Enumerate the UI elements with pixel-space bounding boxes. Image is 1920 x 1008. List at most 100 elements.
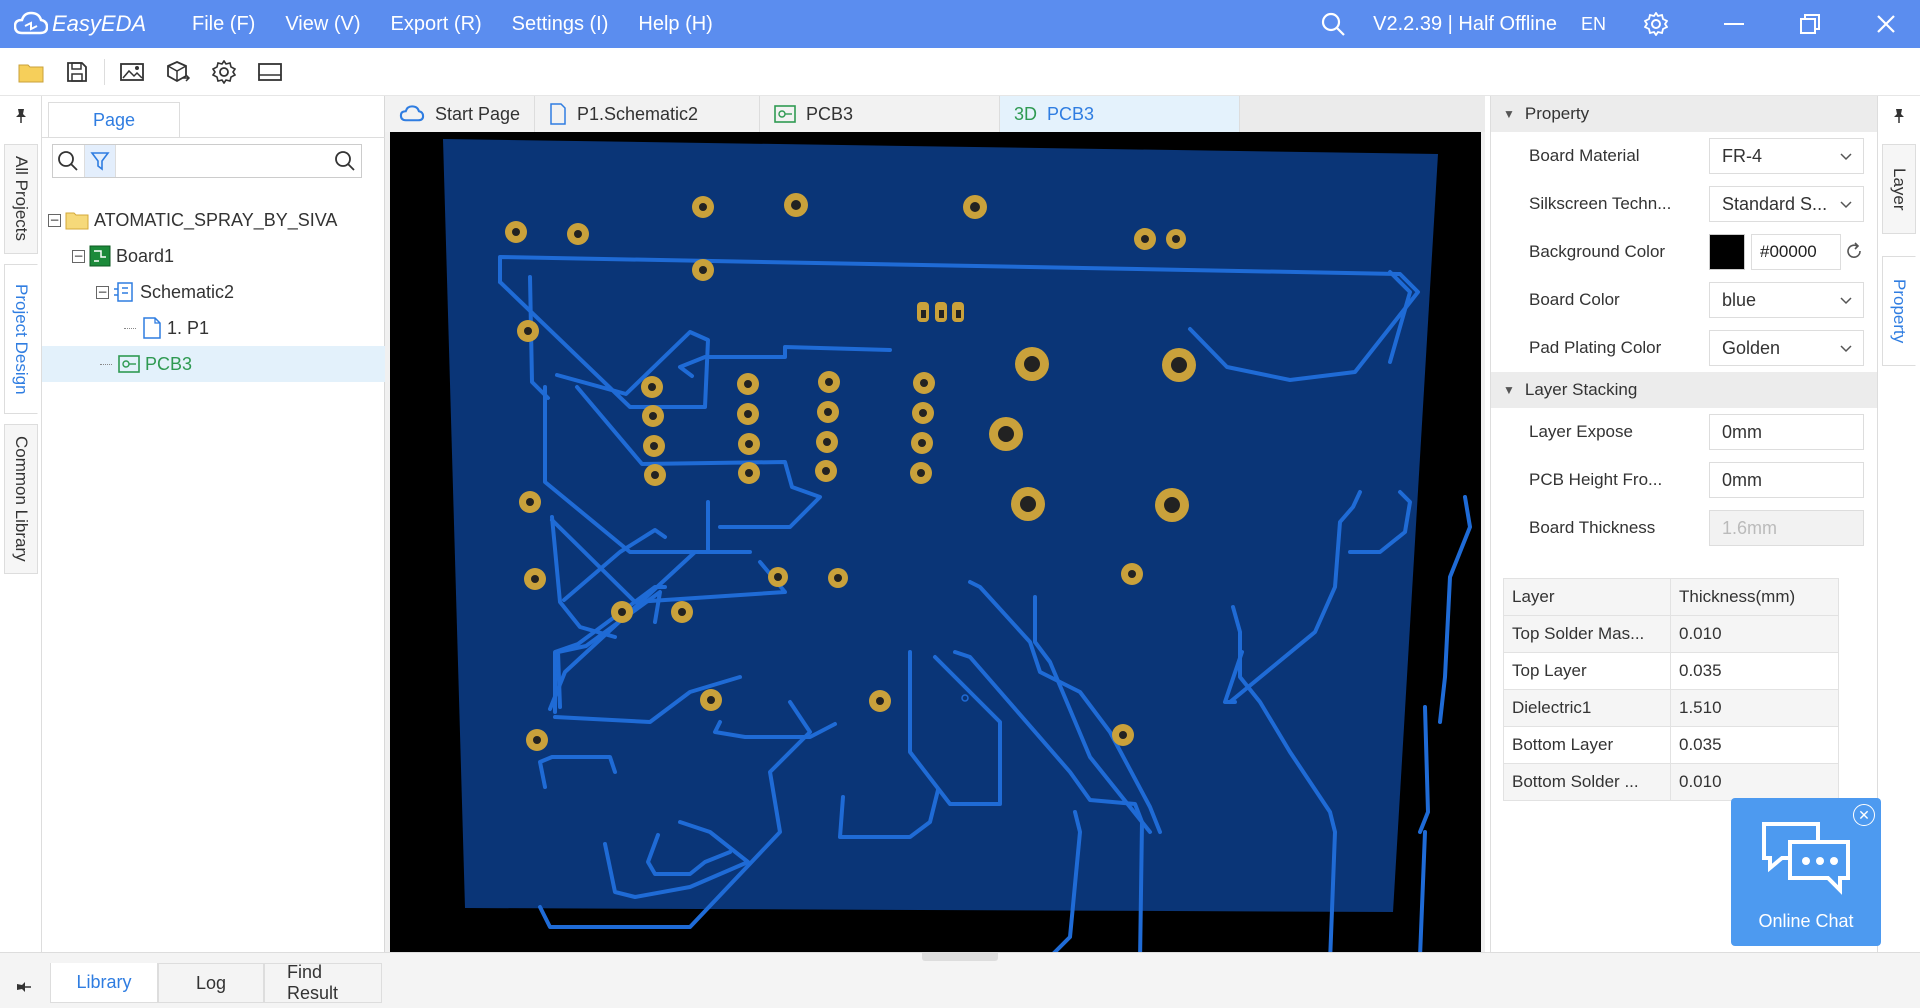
tab-library[interactable]: Library xyxy=(50,963,158,1003)
settings-icon[interactable] xyxy=(201,52,247,92)
pcb-icon xyxy=(118,354,140,374)
language-selector[interactable]: EN xyxy=(1581,14,1606,35)
panel-resize-handle[interactable] xyxy=(922,953,998,961)
tab-log[interactable]: Log xyxy=(158,963,264,1003)
document-icon xyxy=(550,103,566,125)
gear-icon[interactable] xyxy=(1636,4,1676,44)
layer-expose-input[interactable]: 0mm xyxy=(1709,414,1864,450)
minimize-icon[interactable] xyxy=(1714,4,1754,44)
search-icon[interactable] xyxy=(1313,4,1353,44)
menu-file[interactable]: File (F) xyxy=(192,13,255,36)
tab-property[interactable]: Property xyxy=(1882,256,1916,366)
header-thickness: Thickness(mm) xyxy=(1670,578,1839,616)
close-icon[interactable] xyxy=(1866,4,1906,44)
pcb-height-label: PCB Height Fro... xyxy=(1529,470,1663,489)
board-material-select[interactable]: FR-4 xyxy=(1709,138,1864,174)
silkscreen-select[interactable]: Standard S... xyxy=(1709,186,1864,222)
tab-project-design[interactable]: Project Design xyxy=(4,264,38,414)
save-icon[interactable] xyxy=(54,52,100,92)
row-pad-plating: Pad Plating Color Golden xyxy=(1491,324,1877,372)
filter-icon[interactable] xyxy=(84,145,117,177)
app-logo: EasyEDA xyxy=(14,11,184,37)
3d-canvas[interactable] xyxy=(390,132,1481,1008)
tab-label: PCB3 xyxy=(1047,103,1095,124)
menu-settings[interactable]: Settings (I) xyxy=(512,13,609,36)
row-board-material: Board Material FR-4 xyxy=(1491,132,1877,180)
toolbar xyxy=(0,48,1920,96)
3d-model-export-icon[interactable] xyxy=(155,52,201,92)
row-background-color: Background Color #00000 xyxy=(1491,228,1877,276)
row-layer-expose: Layer Expose 0mm xyxy=(1491,408,1877,456)
tree-node-pcb[interactable]: PCB3 xyxy=(42,346,385,382)
tree-node-project[interactable]: − ATOMATIC_SPRAY_BY_SIVA xyxy=(42,202,385,238)
layer-cell: Top Layer xyxy=(1503,652,1671,690)
pcb-board xyxy=(443,139,1438,912)
tab-all-projects[interactable]: All Projects xyxy=(4,144,38,254)
table-row[interactable]: Bottom Layer 0.035 xyxy=(1503,726,1839,764)
layer-cell: Dielectric1 xyxy=(1503,689,1671,727)
thickness-cell[interactable]: 1.510 xyxy=(1670,689,1839,727)
thickness-cell[interactable]: 0.010 xyxy=(1670,763,1839,801)
search-input[interactable] xyxy=(116,146,330,176)
menu-export[interactable]: Export (R) xyxy=(391,13,482,36)
select-value: Standard S... xyxy=(1722,193,1828,214)
section-layer-stacking[interactable]: ▼ Layer Stacking xyxy=(1491,372,1877,408)
thickness-cell[interactable]: 0.035 xyxy=(1670,652,1839,690)
header-layer: Layer xyxy=(1503,578,1671,616)
tree-node-page[interactable]: 1. P1 xyxy=(42,310,385,346)
schematic-icon xyxy=(113,281,135,303)
table-row[interactable]: Bottom Solder ... 0.010 xyxy=(1503,763,1839,801)
collapse-toggle[interactable]: − xyxy=(96,285,109,299)
tab-layer[interactable]: Layer xyxy=(1882,144,1916,234)
export-image-icon[interactable] xyxy=(109,52,155,92)
row-pcb-height: PCB Height Fro... 0mm xyxy=(1491,456,1877,504)
thickness-cell[interactable]: 0.035 xyxy=(1670,726,1839,764)
project-panel: Page − ATOMATIC_SPRAY_BY_SIVA − Board1 −… xyxy=(42,96,385,952)
tree-node-board[interactable]: − Board1 xyxy=(42,238,385,274)
collapse-toggle[interactable]: − xyxy=(72,249,85,263)
board-color-label: Board Color xyxy=(1529,290,1620,309)
pad-plating-select[interactable]: Golden xyxy=(1709,330,1864,366)
pin-icon[interactable] xyxy=(14,977,34,997)
project-tree: − ATOMATIC_SPRAY_BY_SIVA − Board1 − Sche… xyxy=(42,202,385,382)
board-material-label: Board Material xyxy=(1529,146,1640,165)
tree-node-schematic[interactable]: − Schematic2 xyxy=(42,274,385,310)
toggle-panel-icon[interactable] xyxy=(247,52,293,92)
section-property[interactable]: ▼ Property xyxy=(1491,96,1877,132)
table-row[interactable]: Top Solder Mas... 0.010 xyxy=(1503,615,1839,653)
select-value: blue xyxy=(1722,289,1757,310)
easyeda-logo-icon xyxy=(14,11,48,35)
chat-bubbles-icon xyxy=(1762,822,1850,895)
thickness-cell[interactable]: 0.010 xyxy=(1670,615,1839,653)
layer-cell: Bottom Solder ... xyxy=(1503,763,1671,801)
color-swatch[interactable] xyxy=(1709,234,1745,270)
board-color-select[interactable]: blue xyxy=(1709,282,1864,318)
pin-icon[interactable] xyxy=(1889,106,1909,126)
pcb-icon xyxy=(774,105,796,123)
color-hex-input[interactable]: #00000 xyxy=(1751,234,1841,270)
search-submit-icon[interactable] xyxy=(329,145,361,177)
table-row[interactable]: Top Layer 0.035 xyxy=(1503,652,1839,690)
tab-find-result[interactable]: Find Result xyxy=(264,962,382,1003)
pcb-height-input[interactable]: 0mm xyxy=(1709,462,1864,498)
tab-schematic[interactable]: P1.Schematic2 xyxy=(535,96,760,132)
document-area: Start Page P1.Schematic2 PCB3 3D PCB3 xyxy=(385,96,1485,1008)
pin-icon[interactable] xyxy=(11,106,31,126)
menu-view[interactable]: View (V) xyxy=(285,13,360,36)
chat-label: Online Chat xyxy=(1758,911,1854,931)
close-chat-icon[interactable]: ✕ xyxy=(1853,804,1875,826)
tab-common-library[interactable]: Common Library xyxy=(4,424,38,574)
open-folder-icon[interactable] xyxy=(8,52,54,92)
table-row[interactable]: Dielectric1 1.510 xyxy=(1503,689,1839,727)
tab-pcb[interactable]: PCB3 xyxy=(760,96,1000,132)
tab-start-page[interactable]: Start Page xyxy=(385,96,535,132)
chevron-down-icon xyxy=(1840,297,1852,305)
online-chat-widget[interactable]: ✕ Online Chat xyxy=(1731,798,1881,946)
tab-3d-pcb[interactable]: 3D PCB3 xyxy=(1000,96,1240,132)
restore-icon[interactable] xyxy=(1790,4,1830,44)
tab-page[interactable]: Page xyxy=(48,102,180,138)
reset-icon[interactable] xyxy=(1845,242,1865,262)
search-icon[interactable] xyxy=(53,145,85,177)
collapse-toggle[interactable]: − xyxy=(48,213,61,227)
menu-help[interactable]: Help (H) xyxy=(638,13,712,36)
